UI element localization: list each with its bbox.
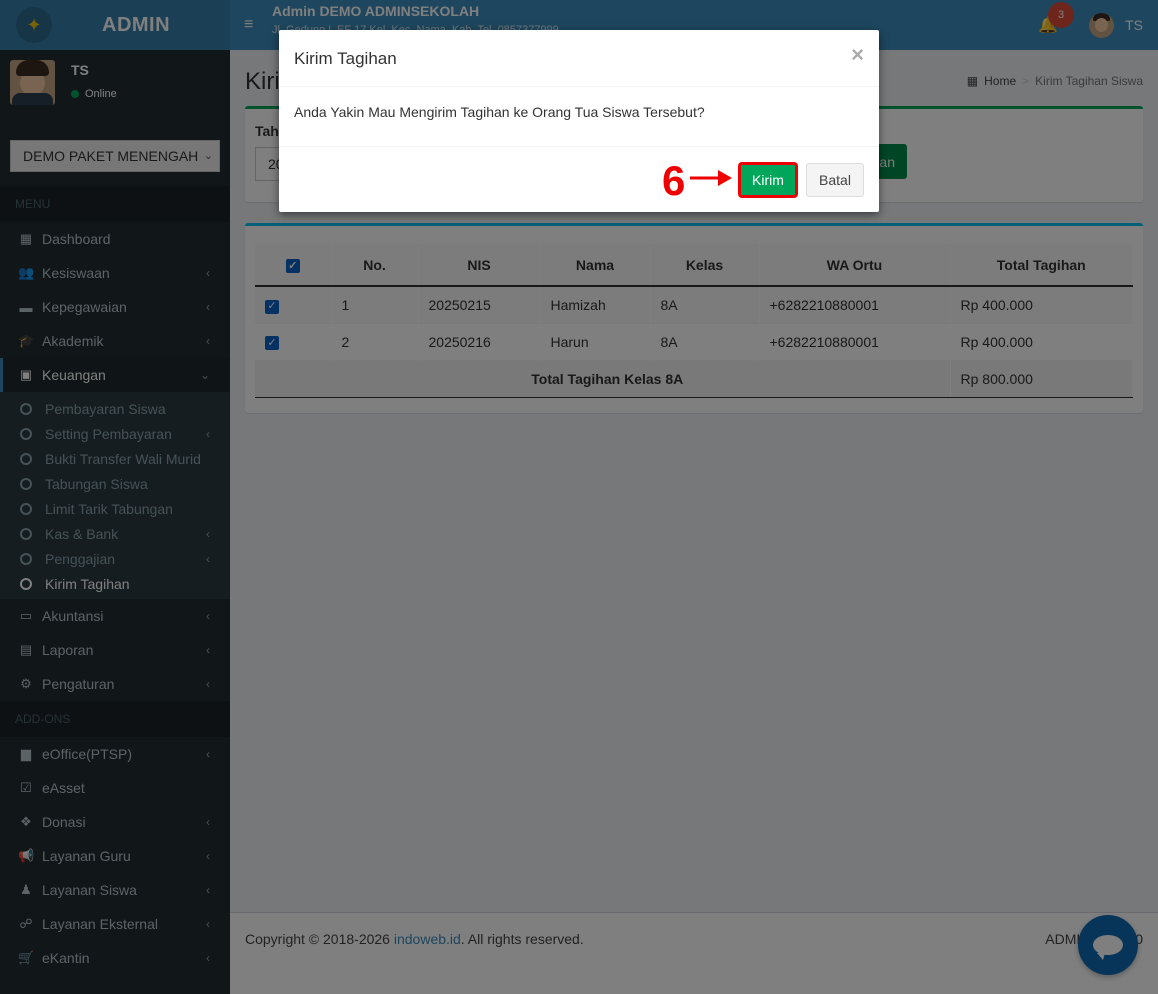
batal-button[interactable]: Batal — [806, 163, 864, 197]
step-annotation: 6 — [662, 158, 742, 204]
modal-header: Kirim Tagihan × — [279, 30, 879, 87]
confirm-modal: Kirim Tagihan × Anda Yakin Mau Mengirim … — [279, 30, 879, 212]
arrow-right-icon — [690, 170, 732, 186]
modal-title: Kirim Tagihan — [294, 49, 397, 68]
modal-body: Anda Yakin Mau Mengirim Tagihan ke Orang… — [279, 87, 879, 147]
modal-footer: Kirim Batal — [279, 147, 879, 212]
kirim-button[interactable]: Kirim — [738, 162, 798, 198]
step-number: 6 — [662, 157, 686, 204]
close-icon[interactable]: × — [851, 42, 864, 68]
modal-message: Anda Yakin Mau Mengirim Tagihan ke Orang… — [294, 104, 705, 120]
